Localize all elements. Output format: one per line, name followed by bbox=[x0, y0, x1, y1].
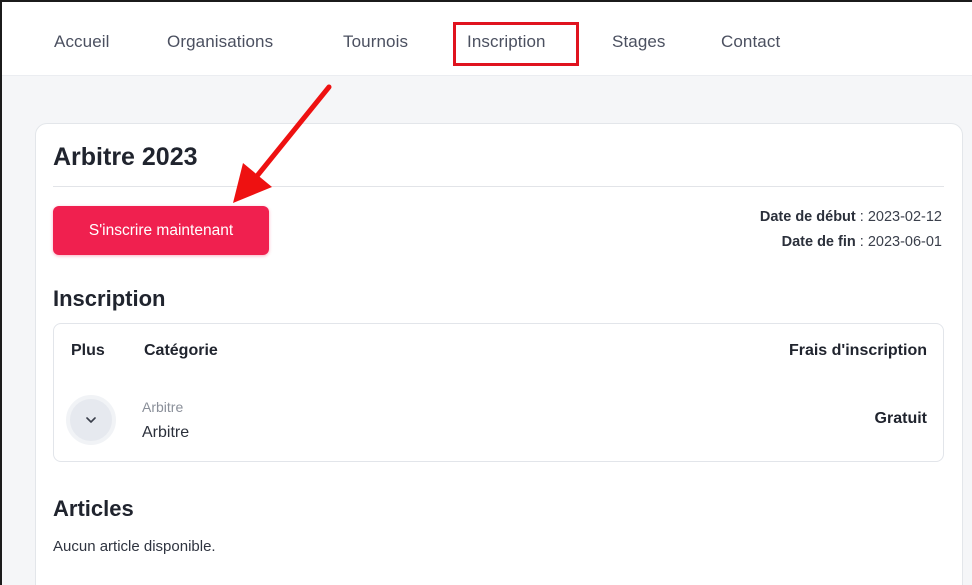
start-date-value: : 2023-02-12 bbox=[855, 209, 942, 225]
start-date-label: Date de début bbox=[759, 209, 856, 225]
chevron-down-icon bbox=[86, 416, 96, 423]
nav-inscription-highlight-box bbox=[453, 22, 579, 66]
registration-section-title: Inscription bbox=[53, 286, 166, 311]
articles-section-title: Articles bbox=[53, 496, 134, 521]
row-category: Arbitre bbox=[142, 424, 190, 441]
end-date: Date de fin : 2023-06-01 bbox=[782, 234, 942, 250]
column-header-category: Catégorie bbox=[144, 342, 218, 359]
title-divider bbox=[53, 186, 944, 187]
nav-tournois[interactable]: Tournois bbox=[343, 32, 408, 52]
row-fee: Gratuit bbox=[874, 410, 927, 427]
nav-stages[interactable]: Stages bbox=[612, 32, 666, 52]
browser-frame: Accueil Organisations Tournois Inscripti… bbox=[0, 0, 972, 585]
nav-organisations[interactable]: Organisations bbox=[167, 32, 273, 52]
column-header-fee: Frais d'inscription bbox=[788, 342, 927, 359]
end-date-value: : 2023-06-01 bbox=[855, 234, 942, 250]
row-category-sub: Arbitre bbox=[142, 399, 184, 415]
articles-empty-text: Aucun article disponible. bbox=[53, 538, 216, 555]
column-header-more: Plus bbox=[71, 342, 105, 359]
nav-contact[interactable]: Contact bbox=[721, 32, 780, 52]
start-date: Date de début : 2023-02-12 bbox=[760, 209, 942, 225]
event-title: Arbitre 2023 bbox=[53, 143, 198, 171]
nav-accueil[interactable]: Accueil bbox=[54, 32, 110, 52]
register-now-button[interactable]: S'inscrire maintenant bbox=[53, 206, 269, 255]
expand-row-button[interactable] bbox=[66, 395, 116, 445]
end-date-label: Date de fin bbox=[781, 234, 856, 250]
